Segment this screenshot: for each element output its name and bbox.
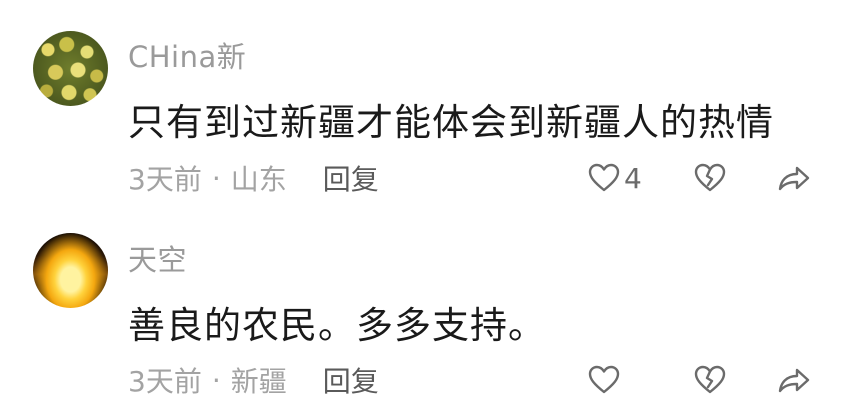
share-button[interactable] bbox=[777, 158, 811, 198]
comment-actions: 4 bbox=[0, 158, 853, 198]
broken-heart-icon bbox=[694, 365, 726, 395]
dislike-button[interactable] bbox=[694, 158, 726, 198]
heart-icon bbox=[588, 163, 620, 193]
heart-icon bbox=[588, 365, 620, 395]
avatar[interactable] bbox=[33, 233, 108, 308]
comment-text: 只有到过新疆才能体会到新疆人的热情 bbox=[128, 101, 774, 144]
comment-actions bbox=[0, 360, 853, 400]
share-button[interactable] bbox=[777, 360, 811, 400]
share-icon bbox=[777, 365, 811, 395]
broken-heart-icon bbox=[694, 163, 726, 193]
comment-username[interactable]: CHina新 bbox=[128, 34, 246, 76]
like-button[interactable] bbox=[588, 360, 624, 400]
comment-username[interactable]: 天空 bbox=[128, 237, 187, 279]
dislike-button[interactable] bbox=[694, 360, 726, 400]
comment-item: CHina新 只有到过新疆才能体会到新疆人的热情 3天前 · 山东 回复 4 bbox=[0, 0, 853, 200]
comment-item: 天空 善良的农民。多多支持。 3天前 · 新疆 回复 bbox=[0, 200, 853, 400]
share-icon bbox=[777, 163, 811, 193]
comment-text: 善良的农民。多多支持。 bbox=[128, 304, 546, 347]
like-button[interactable]: 4 bbox=[588, 158, 642, 198]
avatar[interactable] bbox=[33, 31, 108, 106]
like-count: 4 bbox=[624, 161, 642, 195]
